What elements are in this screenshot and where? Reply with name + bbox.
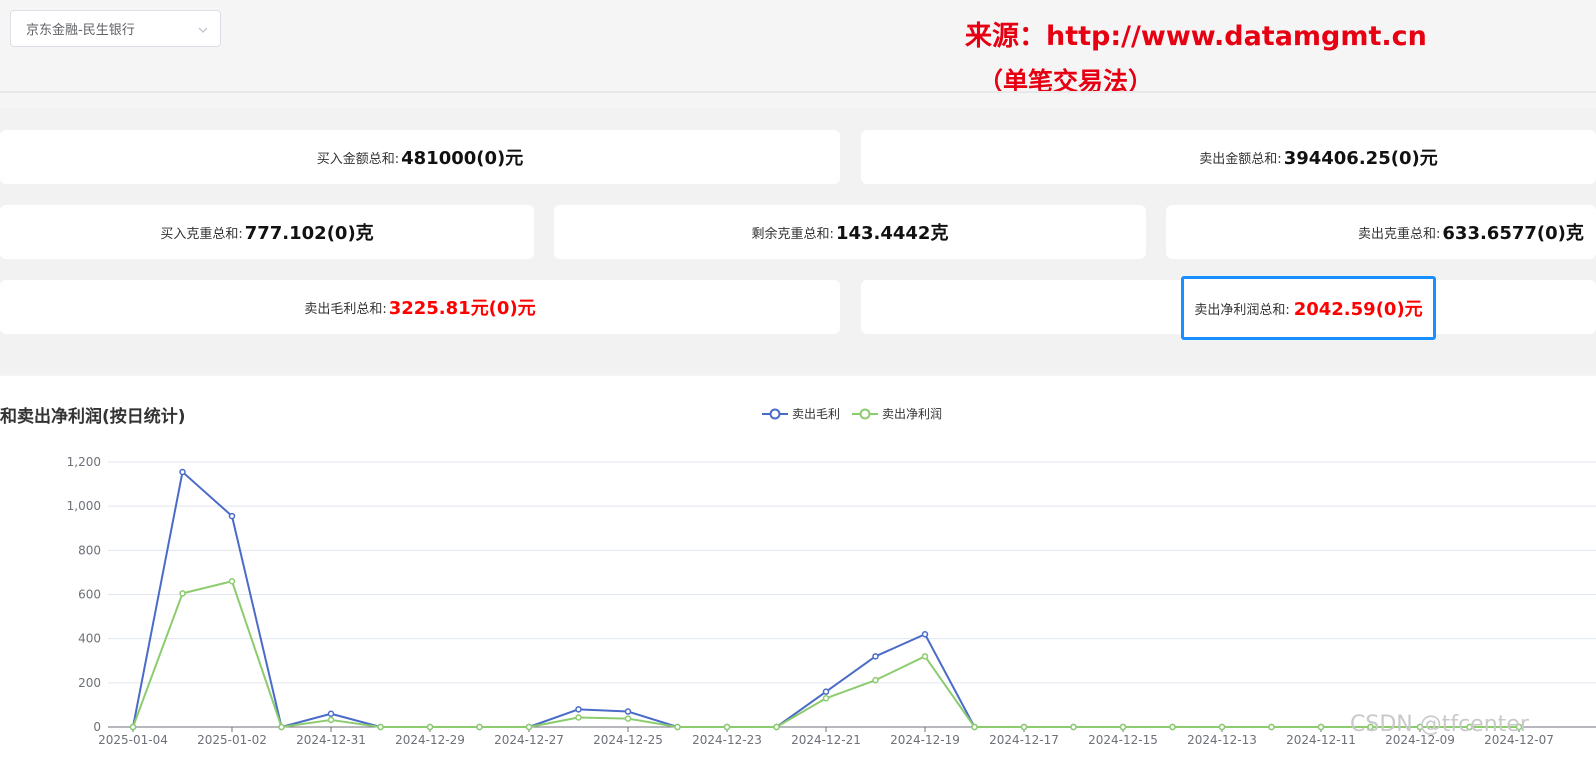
- chart-area: [0, 376, 1596, 769]
- remain-weight-card: 剩余克重总和: 143.4442克: [554, 205, 1146, 259]
- sell-weight-value: 633.6577(0)克: [1442, 223, 1584, 244]
- sell-weight-card: 卖出克重总和: 633.6577(0)克: [1166, 205, 1596, 259]
- buy-amount-value: 481000(0)元: [401, 148, 524, 169]
- buy-weight-label: 买入克重总和:: [160, 226, 243, 242]
- legend-gross-profit-icon: [762, 408, 788, 419]
- legend-gross-profit[interactable]: 卖出毛利: [762, 405, 840, 422]
- buy-weight-card: 买入克重总和: 777.102(0)克: [0, 205, 534, 259]
- net-profit-label: 卖出净利润总和:: [1194, 302, 1290, 318]
- source-watermark: 来源：http://www.datamgmt.cn: [965, 21, 1427, 52]
- chart-legend: 卖出毛利 卖出净利润: [762, 405, 942, 422]
- chart-title: 和卖出净利润(按日统计): [0, 407, 186, 427]
- net-profit-value: 2042.59(0)元: [1293, 299, 1423, 320]
- bank-selector-value: 京东金融-民生银行: [26, 23, 135, 38]
- csdn-watermark: CSDN @tfcenter: [1350, 712, 1529, 737]
- net-profit-highlight: 卖出净利润总和: 2042.59(0)元: [1181, 276, 1436, 340]
- bank-selector[interactable]: 京东金融-民生银行: [10, 10, 221, 47]
- legend-net-profit[interactable]: 卖出净利润: [852, 405, 942, 422]
- sell-weight-label: 卖出克重总和:: [1358, 226, 1441, 242]
- sell-amount-card: 卖出金额总和: 394406.25(0)元: [861, 130, 1596, 184]
- remain-weight-label: 剩余克重总和:: [751, 226, 834, 242]
- gross-profit-card: 卖出毛利总和: 3225.81元(0)元: [0, 280, 840, 334]
- legend-net-profit-icon: [852, 408, 879, 419]
- gross-profit-value: 3225.81元(0)元: [388, 298, 536, 319]
- sell-amount-label: 卖出金额总和:: [1199, 151, 1282, 167]
- legend-net-profit-label: 卖出净利润: [882, 407, 943, 421]
- chevron-down-icon: [198, 27, 208, 33]
- gross-profit-label: 卖出毛利总和:: [304, 301, 387, 317]
- buy-amount-label: 买入金额总和:: [316, 151, 400, 167]
- legend-gross-profit-label: 卖出毛利: [792, 407, 841, 421]
- buy-amount-card: 买入金额总和: 481000(0)元: [0, 130, 840, 184]
- header-divider: [0, 91, 1596, 93]
- buy-weight-value: 777.102(0)克: [244, 223, 374, 244]
- sell-amount-value: 394406.25(0)元: [1283, 148, 1438, 169]
- remain-weight-value: 143.4442克: [835, 223, 949, 244]
